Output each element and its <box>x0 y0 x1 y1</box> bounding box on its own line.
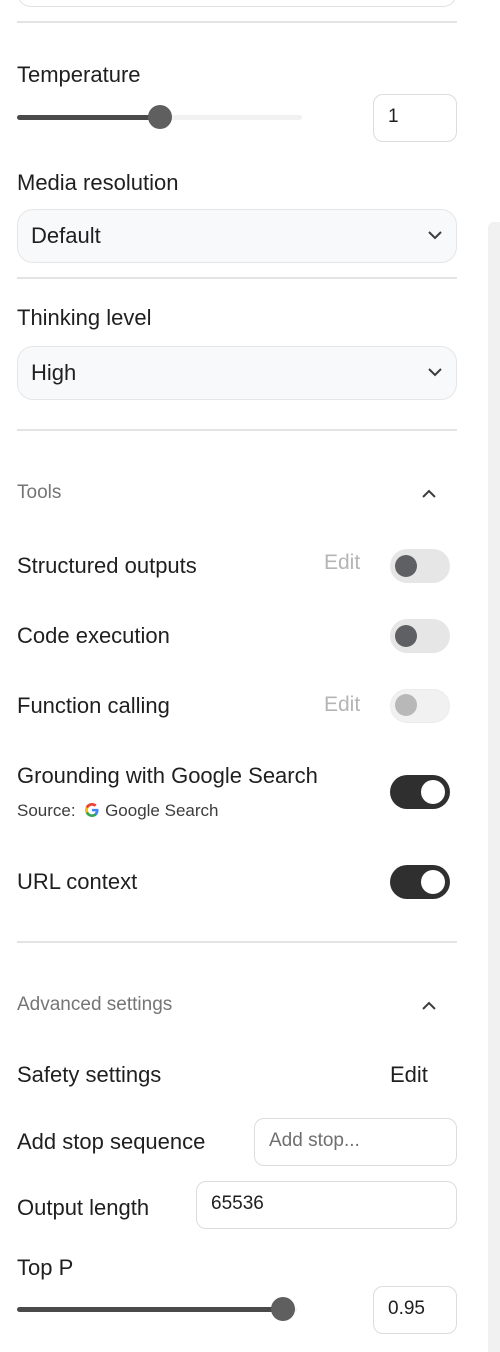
chevron-up-icon[interactable] <box>420 485 438 503</box>
thinking-level-label: Thinking level <box>17 305 152 330</box>
divider <box>17 21 457 23</box>
url-context-toggle[interactable] <box>390 865 450 899</box>
temperature-slider[interactable] <box>17 105 302 129</box>
stop-sequence-label: Add stop sequence <box>17 1129 206 1154</box>
safety-settings-label: Safety settings <box>17 1062 162 1087</box>
top-p-slider[interactable] <box>17 1297 297 1321</box>
function-calling-toggle[interactable] <box>390 689 450 723</box>
temperature-input[interactable]: 1 <box>373 94 457 142</box>
grounding-source: Source: Google Search <box>17 801 218 821</box>
scrollbar[interactable] <box>488 222 500 1352</box>
structured-outputs-toggle[interactable] <box>390 549 450 583</box>
tools-section-title: Tools <box>17 482 62 503</box>
top-p-label: Top P <box>17 1255 74 1280</box>
toggle-knob <box>395 625 417 647</box>
top-p-slider-thumb[interactable] <box>271 1297 295 1321</box>
toggle-knob <box>395 694 417 716</box>
safety-settings-edit-button[interactable]: Edit <box>390 1062 428 1088</box>
output-length-input[interactable]: 65536 <box>196 1181 457 1229</box>
output-length-label: Output length <box>17 1195 150 1220</box>
function-calling-label: Function calling <box>17 693 170 718</box>
grounding-google-search-toggle[interactable] <box>390 775 450 809</box>
divider <box>17 429 457 431</box>
chevron-down-icon <box>428 231 442 240</box>
thinking-level-select[interactable]: High <box>17 346 457 400</box>
toggle-knob <box>421 870 445 894</box>
previous-field-box <box>17 0 457 7</box>
chevron-up-icon[interactable] <box>420 997 438 1015</box>
temperature-label: Temperature <box>17 62 141 87</box>
google-g-icon <box>85 803 99 817</box>
structured-outputs-edit-link[interactable]: Edit <box>324 551 360 575</box>
top-p-input[interactable]: 0.95 <box>373 1286 457 1334</box>
thinking-level-value: High <box>31 360 77 385</box>
source-name: Google Search <box>105 801 219 820</box>
media-resolution-label: Media resolution <box>17 170 179 195</box>
grounding-google-search-label: Grounding with Google Search <box>17 763 318 788</box>
source-prefix: Source: <box>17 801 76 820</box>
temperature-slider-thumb[interactable] <box>147 105 172 129</box>
temperature-slider-fill <box>17 115 160 120</box>
stop-sequence-input[interactable]: Add stop... <box>254 1118 457 1166</box>
chevron-down-icon <box>428 368 442 377</box>
advanced-settings-title: Advanced settings <box>17 994 173 1015</box>
media-resolution-select[interactable]: Default <box>17 209 457 263</box>
structured-outputs-label: Structured outputs <box>17 553 197 578</box>
toggle-knob <box>395 555 417 577</box>
media-resolution-value: Default <box>31 223 101 248</box>
divider <box>17 277 457 279</box>
toggle-knob <box>421 780 445 804</box>
function-calling-edit-link[interactable]: Edit <box>324 693 360 717</box>
top-p-slider-fill <box>17 1307 283 1312</box>
url-context-label: URL context <box>17 869 138 894</box>
code-execution-toggle[interactable] <box>390 619 450 653</box>
code-execution-label: Code execution <box>17 623 170 648</box>
divider <box>17 941 457 943</box>
